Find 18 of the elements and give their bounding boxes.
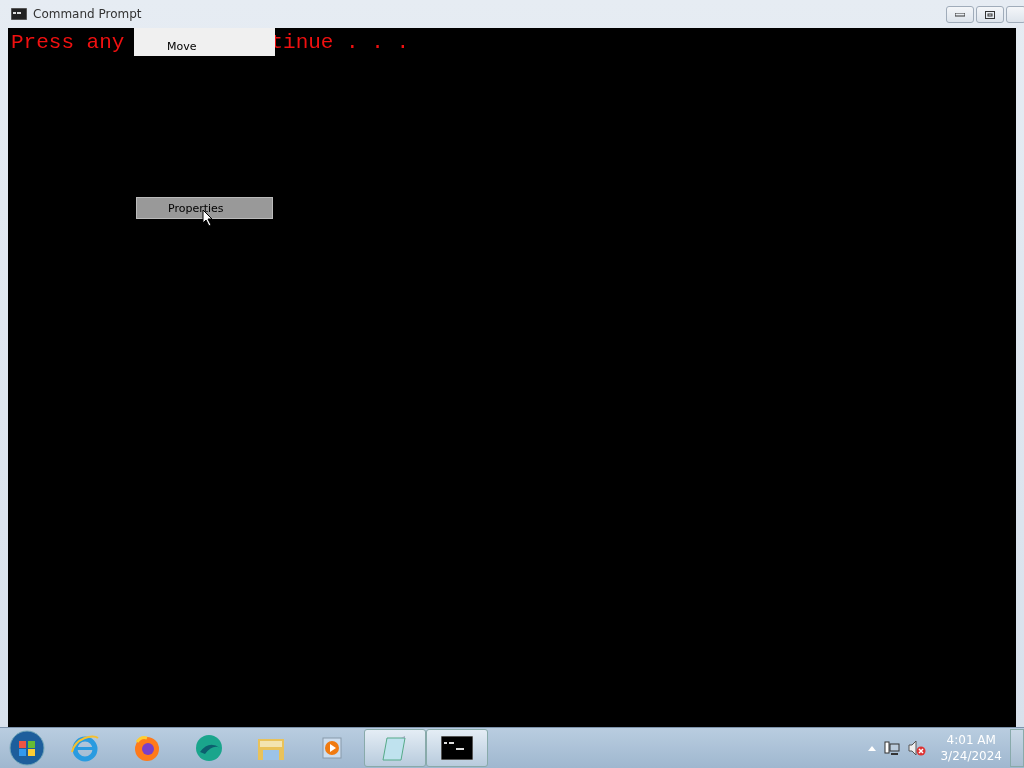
terminal-icon	[441, 736, 473, 760]
show-desktop-button[interactable]	[1010, 729, 1024, 767]
terminal-icon	[11, 8, 27, 20]
chevron-up-icon[interactable]	[868, 745, 877, 751]
window-title: Command Prompt	[33, 7, 142, 21]
network-icon[interactable]	[884, 740, 901, 756]
restore-icon	[985, 10, 995, 19]
close-button[interactable]	[1006, 6, 1024, 23]
wave-logo-icon	[193, 732, 225, 764]
clock-time: 4:01 AM	[946, 732, 996, 748]
maximize-button[interactable]	[976, 6, 1004, 23]
minimize-icon	[955, 12, 965, 17]
muted-speaker-icon[interactable]	[908, 740, 927, 756]
taskbar-button[interactable]	[426, 729, 488, 767]
windows-logo-icon	[9, 730, 45, 766]
clock-date: 3/24/2024	[940, 748, 1002, 764]
console-text: Press any	[11, 30, 125, 56]
menu-item[interactable]: Properties	[136, 197, 273, 219]
